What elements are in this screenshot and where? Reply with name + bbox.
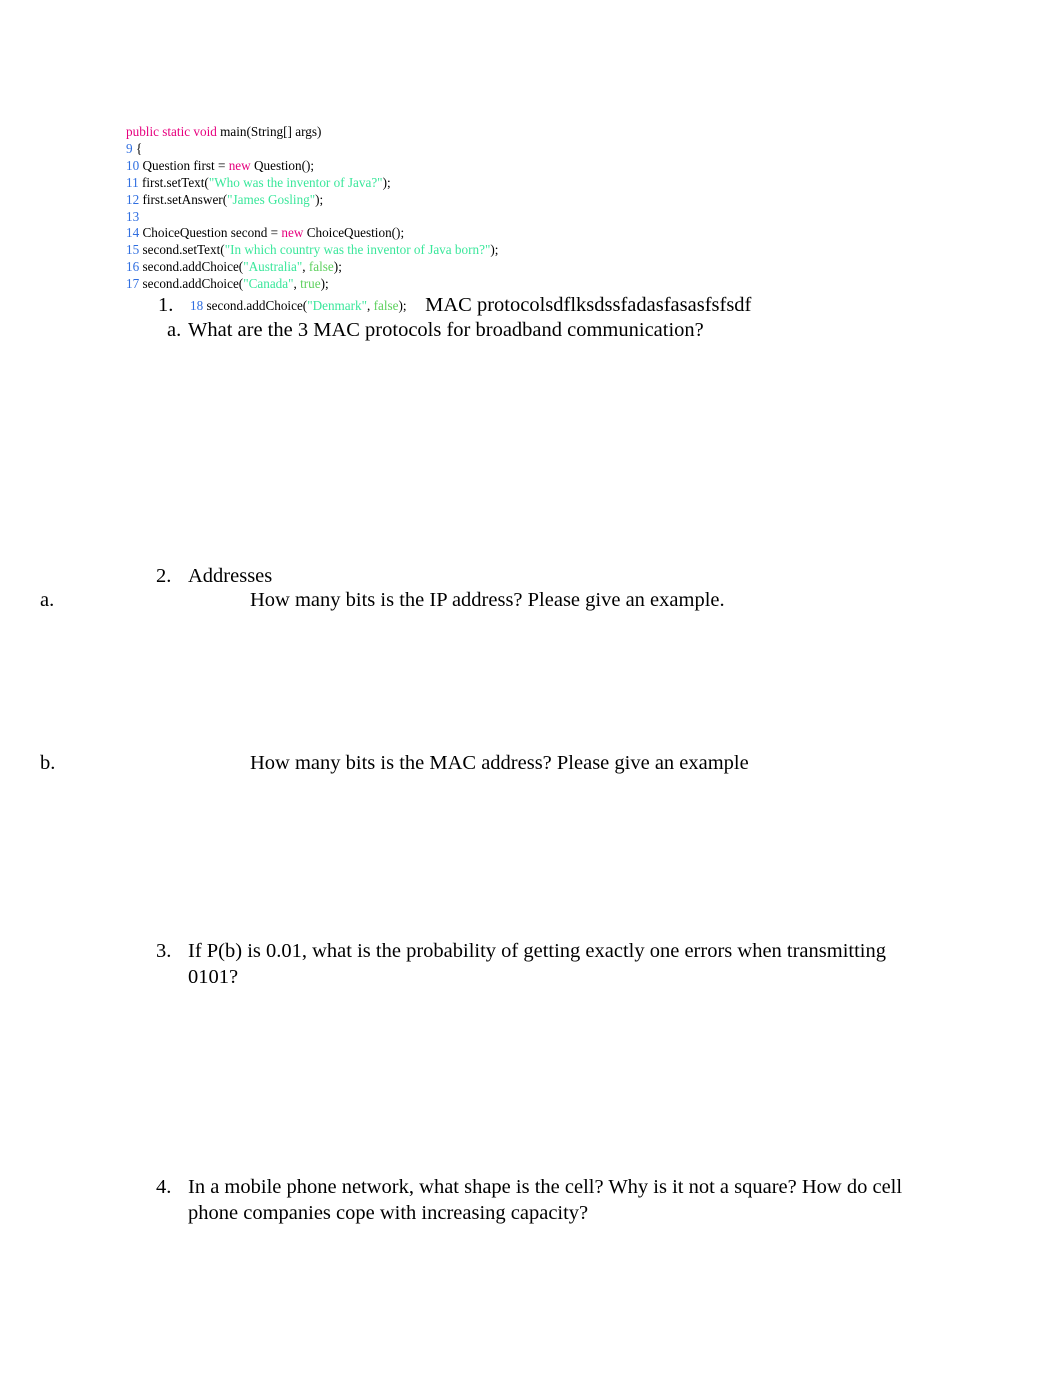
list-item-2-sub-a-marker: a.: [40, 589, 55, 611]
code-token-keyword: new: [281, 225, 304, 241]
code-token-plain: second.setText(: [139, 242, 225, 258]
code-token-plain: ,: [367, 298, 374, 313]
list-item-4-marker: 4.: [156, 1176, 172, 1198]
code-line-number: 11: [126, 174, 139, 190]
code-token-boolean: false: [373, 298, 399, 313]
code-token-string: "Denmark": [307, 298, 368, 313]
code-token-plain: second.addChoice(: [203, 298, 308, 313]
code-line-number: 17: [126, 276, 140, 292]
code-token-plain: first.setAnswer(: [139, 191, 228, 207]
code-line-number: 9: [126, 140, 133, 156]
code-token-keyword: new: [228, 157, 251, 173]
code-token-plain: {: [132, 140, 143, 156]
code-token-boolean: true: [300, 276, 321, 292]
code-line: 12 first.setAnswer("James Gosling");: [126, 192, 926, 209]
list-item-3-text: If P(b) is 0.01, what is the probability…: [188, 940, 886, 988]
code-line: 11 first.setText("Who was the inventor o…: [126, 175, 926, 192]
list-item-1-sub-a-text: What are the 3 MAC protocols for broadba…: [188, 319, 704, 341]
code-line-number: 13: [126, 208, 140, 224]
code-token-plain: );: [398, 298, 407, 313]
code-token-plain: Question();: [250, 157, 315, 173]
list-item-2-sub-a-text: How many bits is the IP address? Please …: [250, 589, 725, 611]
list-item-2-marker: 2.: [156, 565, 172, 587]
code-line: 10 Question first = new Question();: [126, 158, 926, 175]
list-item-2-sub-b-text: How many bits is the MAC address? Please…: [250, 752, 749, 774]
code-token-boolean: false: [308, 259, 334, 275]
list-item-1-text: MAC protocolsdflksdssfadasfasasfsfsdf: [420, 294, 752, 316]
code-token-plain: Question first =: [139, 157, 229, 173]
code-line: 17 second.addChoice("Canada", true);: [126, 276, 926, 293]
code-token-plain: );: [333, 259, 342, 275]
code-line-number: 10: [126, 157, 140, 173]
code-line-number: 12: [126, 191, 140, 207]
code-token-string: "Australia": [243, 259, 303, 275]
java-code-block: public static void main(String[] args) 9 …: [126, 124, 926, 293]
code-token-plain: );: [315, 191, 324, 207]
code-line: 13: [126, 209, 926, 226]
code-line-number: 15: [126, 242, 140, 258]
list-item-1: 1. 18 second.addChoice("Denmark", false)…: [126, 292, 1006, 318]
code-token-plain: ChoiceQuestion();: [303, 225, 405, 241]
code-token-plain: );: [382, 174, 391, 190]
code-line-number: 16: [126, 259, 140, 275]
code-token-string: "Canada": [243, 276, 294, 292]
code-token-plain: second.addChoice(: [139, 259, 244, 275]
code-token-string: "James Gosling": [227, 191, 316, 207]
code-token-string: "Who was the inventor of Java?": [208, 174, 383, 190]
list-item-1-marker: 1.: [158, 294, 174, 316]
code-token-plain: );: [320, 276, 329, 292]
code-line: 15 second.setText("In which country was …: [126, 242, 926, 259]
document-page: public static void main(String[] args) 9 …: [0, 0, 1062, 1377]
code-line: 16 second.addChoice("Australia", false);: [126, 259, 926, 276]
code-line: 14 ChoiceQuestion second = new ChoiceQue…: [126, 225, 926, 242]
list-item-2-text: Addresses: [188, 565, 273, 587]
code-line: 9 {: [126, 141, 926, 158]
code-token-string: "In which country was the inventor of Ja…: [224, 242, 491, 258]
code-token-keyword: public static void: [126, 124, 217, 139]
code-token-plain: ChoiceQuestion second =: [139, 225, 282, 241]
code-token-plain: second.addChoice(: [139, 276, 244, 292]
code-line-18: 18 second.addChoice("Denmark", false);: [190, 298, 407, 315]
code-line-number: 14: [126, 225, 140, 241]
code-token-plain: main(String[] args): [216, 124, 322, 139]
list-item-1-sub-a-marker: a.: [167, 319, 182, 341]
code-line-number: 18: [190, 298, 204, 313]
list-item-3-marker: 3.: [156, 940, 172, 962]
code-token-plain: ,: [302, 259, 309, 275]
list-item-4-text: In a mobile phone network, what shape is…: [188, 1176, 903, 1224]
list-item-2-sub-b-marker: b.: [40, 752, 56, 774]
code-token-plain: );: [490, 242, 499, 258]
code-line: public static void main(String[] args): [126, 124, 926, 141]
code-token-plain: first.setText(: [138, 174, 209, 190]
